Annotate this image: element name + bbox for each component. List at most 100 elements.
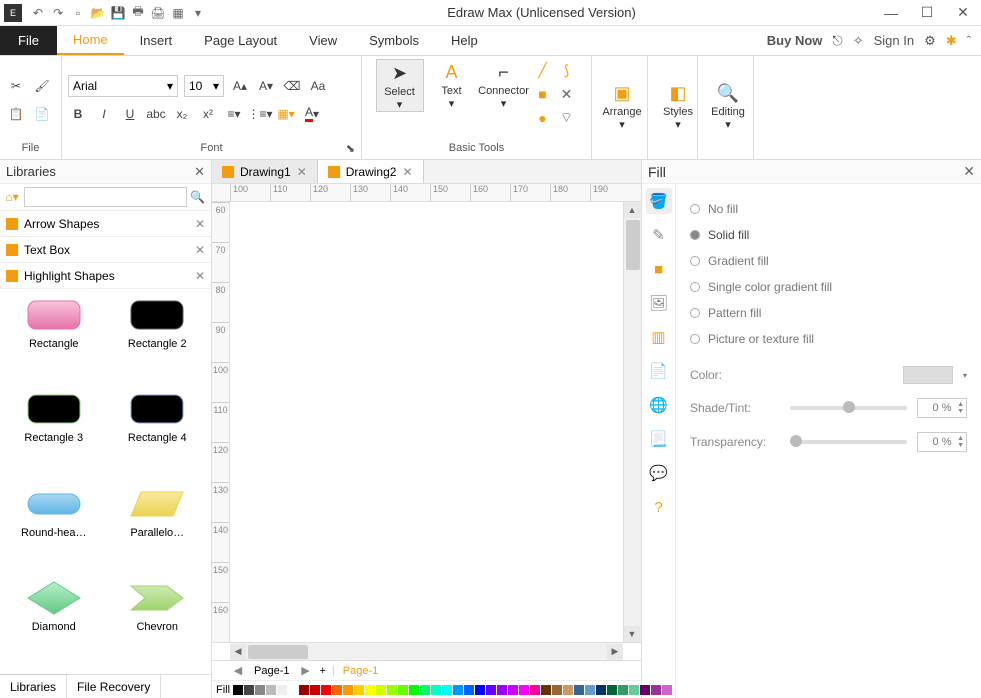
decrease-font-icon[interactable]: A▾ bbox=[256, 76, 276, 96]
fill-option[interactable]: No fill bbox=[690, 196, 967, 222]
settings-icon[interactable]: ⚙ bbox=[924, 33, 936, 49]
color-swatch[interactable] bbox=[332, 685, 342, 695]
clear-format-icon[interactable]: ⌫ bbox=[282, 76, 302, 96]
file-menu[interactable]: File bbox=[0, 26, 57, 55]
color-swatch[interactable] bbox=[585, 685, 595, 695]
increase-font-icon[interactable]: A▴ bbox=[230, 76, 250, 96]
save-icon[interactable]: 💾 bbox=[110, 5, 126, 21]
document-tab[interactable]: Drawing2✕ bbox=[318, 160, 424, 183]
color-swatch[interactable] bbox=[508, 685, 518, 695]
scroll-up-icon[interactable]: ▲ bbox=[624, 202, 640, 218]
color-swatch[interactable] bbox=[255, 685, 265, 695]
library-category[interactable]: Text Box✕ bbox=[0, 237, 211, 263]
color-swatch[interactable] bbox=[574, 685, 584, 695]
page-tab-1[interactable]: Page-1 bbox=[246, 665, 297, 677]
color-swatch[interactable] bbox=[618, 685, 628, 695]
home-icon[interactable]: ⌂▾ bbox=[3, 188, 21, 206]
scroll-thumb-v[interactable] bbox=[626, 220, 640, 270]
arc-tool-icon[interactable]: ⟆ bbox=[556, 59, 578, 81]
sign-in-link[interactable]: Sign In bbox=[874, 33, 914, 48]
editing-button[interactable]: 🔍Editing▾ bbox=[704, 80, 752, 131]
share-icon[interactable]: ⎋ bbox=[832, 33, 842, 49]
color-swatch[interactable] bbox=[354, 685, 364, 695]
font-color-icon[interactable]: A▾ bbox=[302, 104, 322, 124]
collapse-ribbon-icon[interactable]: ˆ bbox=[967, 33, 971, 48]
superscript-icon[interactable]: x² bbox=[198, 104, 218, 124]
new-icon[interactable]: ▫ bbox=[70, 5, 86, 21]
format-painter-icon[interactable]: 🖌 bbox=[32, 76, 52, 96]
crop-tool-icon[interactable]: ⌔ bbox=[556, 107, 578, 129]
color-swatch[interactable] bbox=[486, 685, 496, 695]
picture-icon[interactable]: 🖼 bbox=[646, 290, 672, 316]
tab-view[interactable]: View bbox=[293, 26, 353, 55]
shape-item[interactable]: Rectangle 2 bbox=[110, 295, 206, 385]
scroll-left-icon[interactable]: ◀ bbox=[230, 644, 246, 660]
copy-icon[interactable]: 📄 bbox=[32, 104, 52, 124]
arrange-button[interactable]: ▣Arrange▾ bbox=[598, 80, 646, 131]
color-swatch[interactable] bbox=[552, 685, 562, 695]
close-tab-icon[interactable]: ✕ bbox=[297, 165, 307, 179]
qat-dropdown-icon[interactable]: ▾ bbox=[190, 5, 206, 21]
change-case-icon[interactable]: Aa bbox=[308, 76, 328, 96]
select-tool[interactable]: ➤Select▾ bbox=[376, 59, 424, 112]
shape-item[interactable]: Parallelo… bbox=[110, 484, 206, 574]
underline-icon[interactable]: U bbox=[120, 104, 140, 124]
layout-icon[interactable]: ▥ bbox=[646, 324, 672, 350]
styles-button[interactable]: ◧Styles▾ bbox=[654, 80, 702, 131]
fill-bucket-icon[interactable]: 🪣 bbox=[646, 188, 672, 214]
italic-icon[interactable]: I bbox=[94, 104, 114, 124]
bullets-icon[interactable]: ⋮≡▾ bbox=[250, 104, 270, 124]
edraw-icon[interactable]: ✱ bbox=[946, 33, 957, 49]
close-category-icon[interactable]: ✕ bbox=[195, 269, 205, 283]
strikethrough-icon[interactable]: abc bbox=[146, 104, 166, 124]
add-page-icon[interactable]: + bbox=[313, 665, 331, 677]
subscript-icon[interactable]: x₂ bbox=[172, 104, 192, 124]
comment-icon[interactable]: 💬 bbox=[646, 460, 672, 486]
color-swatch[interactable] bbox=[596, 685, 606, 695]
highlight-icon[interactable]: ▦▾ bbox=[276, 104, 296, 124]
document-icon[interactable]: 📄 bbox=[646, 358, 672, 384]
color-swatch[interactable] bbox=[420, 685, 430, 695]
bold-icon[interactable]: B bbox=[68, 104, 88, 124]
save-all-icon[interactable]: 🖶 bbox=[130, 5, 146, 21]
page-prev-icon[interactable]: ◀ bbox=[230, 664, 246, 677]
color-swatch[interactable] bbox=[497, 685, 507, 695]
tab-page-layout[interactable]: Page Layout bbox=[188, 26, 293, 55]
line-spacing-icon[interactable]: ≡▾ bbox=[224, 104, 244, 124]
shape-item[interactable]: Round-hea… bbox=[6, 484, 102, 574]
text-tool[interactable]: AText▾ bbox=[428, 59, 476, 110]
shape-item[interactable]: Rectangle 3 bbox=[6, 389, 102, 479]
help-icon[interactable]: ? bbox=[646, 494, 672, 520]
page-next-icon[interactable]: ▶ bbox=[297, 664, 313, 677]
tab-insert[interactable]: Insert bbox=[124, 26, 189, 55]
font-dialog-icon[interactable]: ⬊ bbox=[346, 142, 355, 155]
shape-item[interactable]: Rectangle 4 bbox=[110, 389, 206, 479]
color-swatch[interactable] bbox=[376, 685, 386, 695]
close-libraries-icon[interactable]: ✕ bbox=[194, 164, 205, 180]
font-name-combo[interactable]: Arial▾ bbox=[68, 75, 178, 97]
color-swatch[interactable] bbox=[651, 685, 661, 695]
color-swatch[interactable] bbox=[409, 685, 419, 695]
buy-now-link[interactable]: Buy Now bbox=[767, 33, 823, 48]
drawing-canvas[interactable] bbox=[230, 202, 623, 642]
color-swatch[interactable] bbox=[398, 685, 408, 695]
close-button[interactable]: ✕ bbox=[945, 0, 981, 26]
fill-option[interactable]: Gradient fill bbox=[690, 248, 967, 274]
vertical-scrollbar[interactable]: ▲ ▼ bbox=[623, 202, 641, 642]
page-tab-active[interactable]: Page-1 bbox=[335, 665, 386, 677]
color-swatch[interactable] bbox=[288, 685, 298, 695]
libraries-search-input[interactable] bbox=[24, 187, 187, 207]
maximize-button[interactable]: ☐ bbox=[909, 0, 945, 26]
color-swatch[interactable] bbox=[277, 685, 287, 695]
paste-icon[interactable]: 📋 bbox=[6, 104, 26, 124]
scroll-down-icon[interactable]: ▼ bbox=[624, 626, 640, 642]
tab-symbols[interactable]: Symbols bbox=[353, 26, 435, 55]
color-swatch[interactable] bbox=[299, 685, 309, 695]
transparency-slider[interactable] bbox=[790, 440, 907, 444]
ellipse-tool-icon[interactable]: ● bbox=[532, 107, 554, 129]
shape-item[interactable]: Diamond bbox=[6, 578, 102, 668]
line-style-icon[interactable]: ✎ bbox=[646, 222, 672, 248]
scroll-thumb-h[interactable] bbox=[248, 645, 308, 659]
color-swatch[interactable] bbox=[453, 685, 463, 695]
cut-icon[interactable]: ✂ bbox=[6, 76, 26, 96]
